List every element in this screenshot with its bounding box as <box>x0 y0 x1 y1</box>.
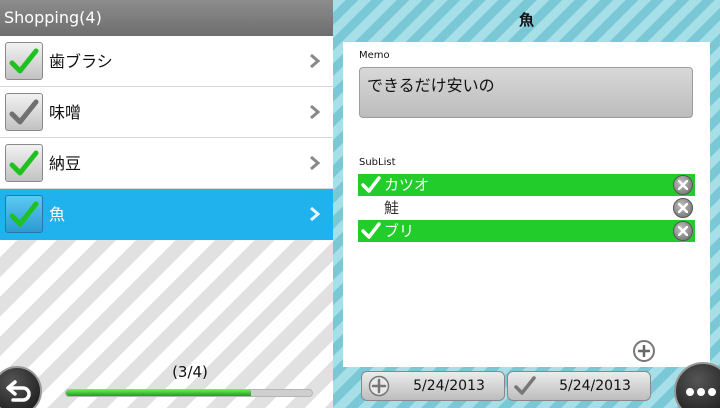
created-date-button[interactable]: 5/24/2013 <box>361 371 505 401</box>
chevron-right-icon <box>310 53 321 69</box>
item-checkbox[interactable] <box>5 93 43 131</box>
chevron-right-icon <box>310 155 321 171</box>
list-item-natto[interactable]: 納豆 <box>0 138 333 189</box>
item-label: 歯ブラシ <box>49 52 113 71</box>
memo-field[interactable]: できるだけ安いの <box>359 67 693 118</box>
detail-card: Memo できるだけ安いの SubList カツオ 鮭 ブリ <box>343 42 710 367</box>
item-label: 納豆 <box>49 154 82 173</box>
item-detail-panel: 魚 Memo できるだけ安いの SubList カツオ 鮭 ブリ 5/24/20… <box>333 0 720 408</box>
checkmark-icon[interactable] <box>361 222 381 240</box>
more-options-button[interactable] <box>674 362 720 408</box>
back-arrow-icon <box>6 380 31 402</box>
plus-icon <box>638 345 650 357</box>
add-sublist-button[interactable] <box>633 340 655 362</box>
delete-button[interactable] <box>673 175 693 195</box>
checkmark-icon <box>9 99 39 125</box>
delete-x-icon <box>678 180 688 190</box>
item-label: 味噌 <box>49 103 82 122</box>
item-checkbox[interactable] <box>5 144 43 182</box>
delete-button[interactable] <box>673 221 693 241</box>
progress-fill <box>66 390 251 396</box>
chevron-right-icon <box>310 104 321 120</box>
shopping-list-panel: Shopping(4) 歯ブラシ 味噌 納豆 魚 (3/4) <box>0 0 333 408</box>
sublist-item-buri[interactable]: ブリ <box>358 220 695 242</box>
plus-circle-icon <box>368 375 390 397</box>
chevron-right-icon <box>310 206 321 222</box>
sublist-item-label: ブリ <box>384 222 415 240</box>
item-label: 魚 <box>49 205 66 224</box>
list-title: Shopping(4) <box>0 0 333 36</box>
delete-x-icon <box>678 226 688 236</box>
sublist-item-label: 鮭 <box>384 199 400 217</box>
checkmark-icon <box>9 201 39 227</box>
created-date: 5/24/2013 <box>413 378 485 394</box>
progress-count: (3/4) <box>172 363 208 381</box>
list-item-miso[interactable]: 味噌 <box>0 87 333 138</box>
checkmark-icon <box>9 48 39 74</box>
sublist-item-label: カツオ <box>384 176 430 194</box>
progress-bar <box>65 389 313 397</box>
checkmark-icon[interactable] <box>361 176 381 194</box>
bottom-bar: (3/4) <box>0 358 333 408</box>
checked-date: 5/24/2013 <box>559 378 631 394</box>
item-checkbox[interactable] <box>5 195 43 233</box>
memo-label: Memo <box>359 50 390 61</box>
delete-x-icon <box>678 203 688 213</box>
detail-title: 魚 <box>518 11 534 29</box>
item-checkbox[interactable] <box>5 42 43 80</box>
sublist-label: SubList <box>359 157 396 168</box>
checked-date-button[interactable]: 5/24/2013 <box>507 371 651 401</box>
sublist-item-katsuo[interactable]: カツオ <box>358 174 695 196</box>
checkmark-icon <box>9 150 39 176</box>
sublist-item-salmon[interactable]: 鮭 <box>358 197 695 219</box>
checkmark-icon <box>514 376 536 395</box>
delete-button[interactable] <box>673 198 693 218</box>
list-item-toothbrush[interactable]: 歯ブラシ <box>0 36 333 87</box>
list-item-fish[interactable]: 魚 <box>0 189 333 240</box>
